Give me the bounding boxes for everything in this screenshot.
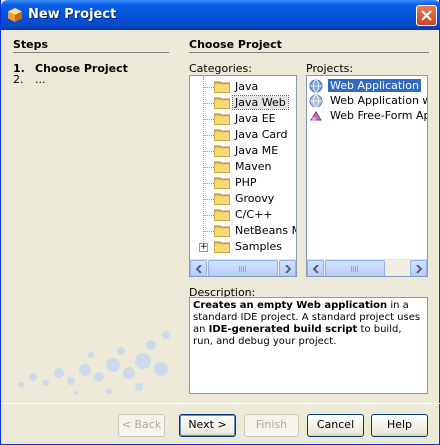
new-project-dialog: New Project Steps 1. Choose Project 2....…	[0, 0, 440, 445]
back-button[interactable]: < Back	[118, 414, 165, 437]
arrow-right-icon	[416, 265, 422, 273]
decorative-dots-art	[18, 331, 170, 395]
projects-hscrollbar[interactable]	[307, 259, 427, 276]
folder-icon	[214, 177, 230, 189]
arrow-right-icon	[285, 265, 291, 273]
arrow-left-icon	[196, 265, 202, 273]
panel-heading: Choose Project	[189, 38, 282, 51]
categories-label: Categories:	[189, 62, 252, 75]
folder-icon	[214, 241, 230, 253]
folder-icon	[214, 97, 230, 109]
folder-icon	[214, 193, 230, 205]
help-button[interactable]: Help	[371, 414, 428, 437]
categories-tree[interactable]: Java Java Web Java EE Java Card Java ME …	[189, 75, 297, 277]
folder-icon	[214, 81, 230, 93]
expand-samples-toggle[interactable]: +	[199, 243, 208, 252]
steps-heading: Steps	[13, 38, 49, 51]
folder-icon	[214, 145, 230, 157]
finish-button[interactable]: Finish	[244, 414, 299, 437]
folder-icon	[214, 113, 230, 125]
projects-list[interactable]: Web Application Web Application with E: …	[306, 75, 428, 277]
window-title: New Project	[28, 7, 117, 22]
close-button[interactable]	[416, 5, 437, 26]
title-bar[interactable]: New Project	[1, 0, 440, 30]
arrow-left-icon	[313, 265, 319, 273]
scroll-thumb[interactable]	[325, 260, 385, 276]
categories-hscrollbar[interactable]	[190, 259, 296, 276]
step-item-next: 2....	[13, 73, 46, 86]
netbeans-cube-icon	[8, 8, 22, 22]
panel-divider	[189, 52, 429, 53]
projects-label: Projects:	[306, 62, 354, 75]
scroll-left-button[interactable]	[190, 260, 207, 276]
scroll-left-button[interactable]	[307, 260, 324, 276]
scroll-right-button[interactable]	[410, 260, 427, 276]
cancel-button[interactable]: Cancel	[307, 414, 364, 437]
scroll-thumb[interactable]	[208, 260, 278, 276]
button-bar-divider	[1, 403, 440, 404]
scroll-right-button[interactable]	[279, 260, 296, 276]
next-button[interactable]: Next >	[179, 414, 236, 437]
folder-icon	[214, 161, 230, 173]
description-box: Creates an empty Web application in a st…	[189, 297, 428, 394]
folder-icon	[214, 209, 230, 221]
free-form-project-icon	[310, 111, 322, 121]
globe-icon	[309, 94, 323, 108]
steps-divider	[13, 52, 169, 53]
folder-icon	[214, 225, 230, 237]
folder-icon	[214, 129, 230, 141]
close-icon	[421, 10, 432, 21]
globe-icon	[309, 79, 323, 93]
